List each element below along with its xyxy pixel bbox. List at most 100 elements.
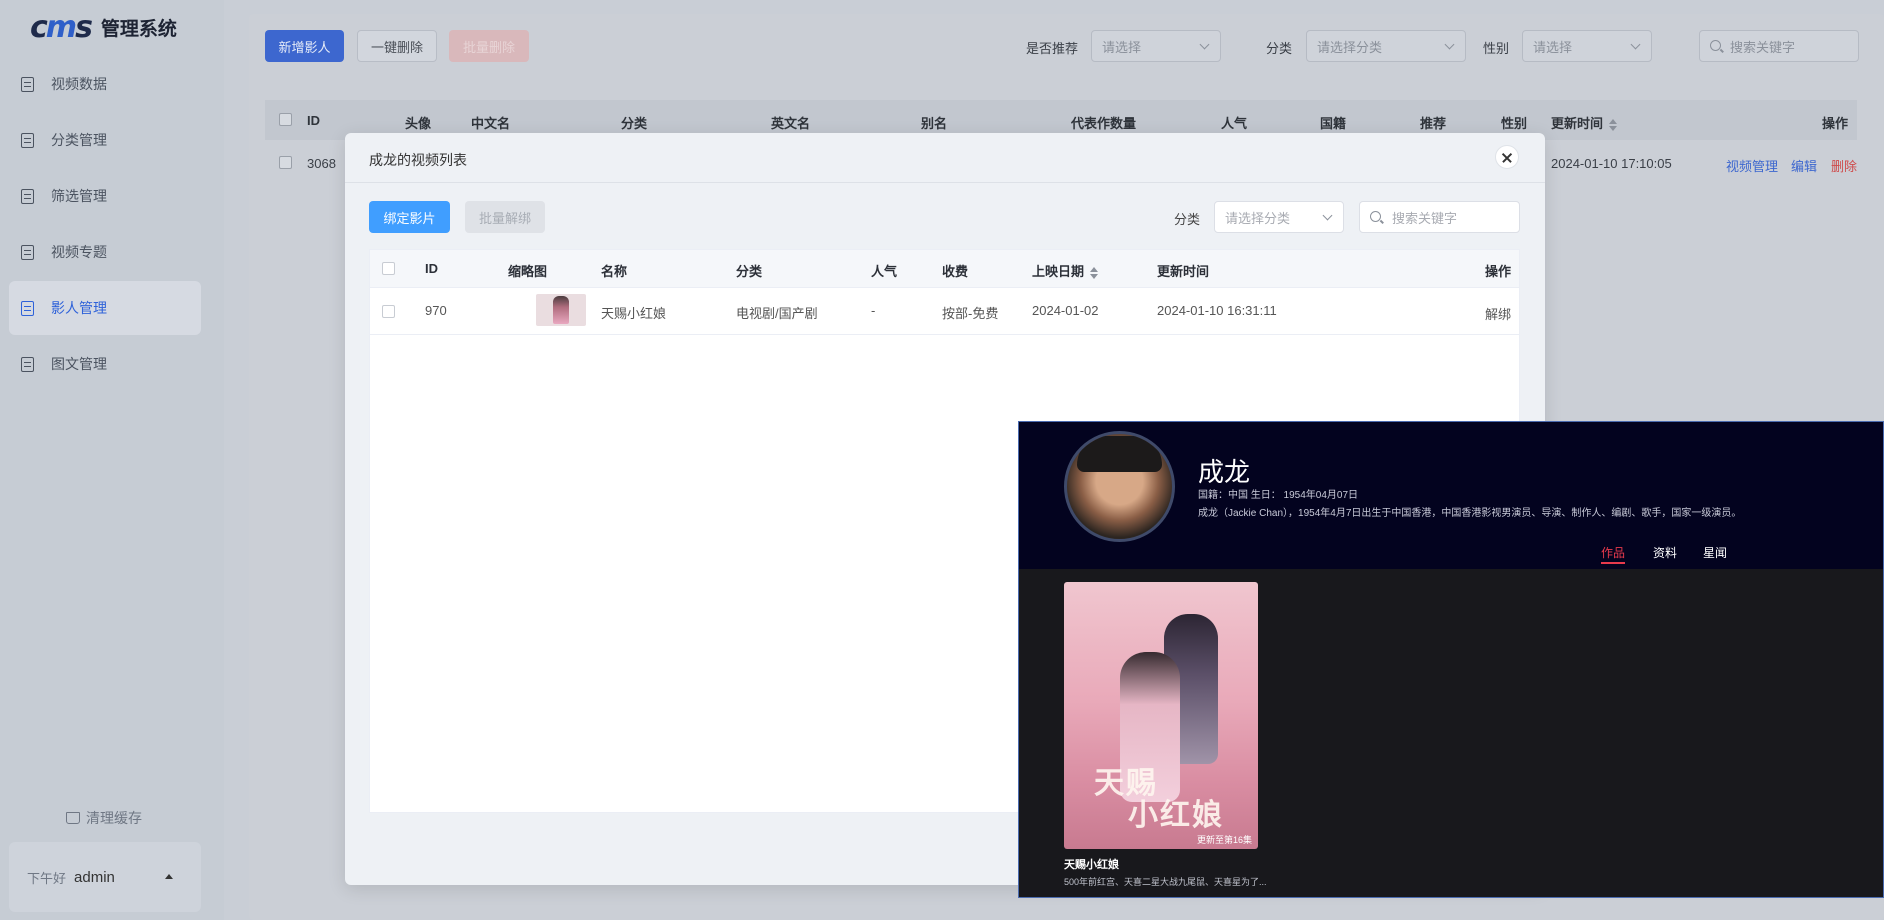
col-category: 分类 <box>736 264 763 279</box>
person-preview: 成龙 国籍：中国 生日： 1954年04月07日 成龙（Jackie Chan）… <box>1018 421 1884 898</box>
tab-profile[interactable]: 资料 <box>1653 544 1677 561</box>
delete-all-button[interactable]: 一键删除 <box>357 30 437 62</box>
logo[interactable]: cms 管理系统 <box>30 10 177 45</box>
col-id: ID <box>425 261 438 276</box>
work-poster[interactable]: 天赐 小红娘 更新至第16集 <box>1064 582 1258 849</box>
cms-logo-icon: cms <box>30 10 93 45</box>
search-icon <box>1370 211 1381 222</box>
table-row: 970 天赐小红娘 电视剧/国产剧 - 按部-免费 2024-01-02 202… <box>370 288 1519 335</box>
work-title[interactable]: 天赐小红娘 <box>1064 856 1119 872</box>
sidebar-item-video-data[interactable]: 视频数据 <box>9 57 201 111</box>
user-menu[interactable]: 下午好 admin <box>9 842 201 912</box>
sidebar-item-people[interactable]: 影人管理 <box>9 281 201 335</box>
sort-icon <box>1609 118 1618 131</box>
col-updated-label: 更新时间 <box>1551 116 1604 131</box>
col-category: 分类 <box>621 116 648 131</box>
select-placeholder: 请选择 <box>1533 39 1573 55</box>
col-actions: 操作 <box>1485 264 1512 279</box>
row-id: 970 <box>425 303 447 318</box>
delete-link[interactable]: 删除 <box>1831 156 1857 175</box>
filter-recommend-select[interactable]: 请选择 <box>1091 30 1221 62</box>
thumbnail-figure <box>553 296 569 324</box>
document-icon <box>21 244 34 260</box>
document-icon <box>21 76 34 92</box>
work-subtitle: 500年前红宫、天喜二星大战九尾鼠、天喜星为了... <box>1064 877 1267 887</box>
basket-icon <box>66 812 80 824</box>
select-all-checkbox[interactable] <box>279 113 292 126</box>
filter-category-label: 分类 <box>1266 41 1293 56</box>
poster-title-line: 天赐 <box>1094 766 1158 801</box>
chevron-down-icon <box>1199 39 1210 50</box>
row-id: 3068 <box>307 156 336 171</box>
dialog-header: 成龙的视频列表 <box>345 133 1545 183</box>
select-placeholder: 请选择分类 <box>1317 39 1383 55</box>
username: admin <box>74 868 115 886</box>
edit-link[interactable]: 编辑 <box>1791 156 1817 175</box>
filter-category-select[interactable]: 请选择分类 <box>1306 30 1466 62</box>
add-person-button[interactable]: 新增影人 <box>265 30 344 62</box>
col-fee: 收费 <box>942 264 969 279</box>
row-fee: 按部-免费 <box>942 306 999 321</box>
category-filter-select[interactable]: 请选择分类 <box>1214 201 1344 233</box>
person-name: 成龙 <box>1198 457 1251 487</box>
row-checkbox[interactable] <box>382 305 395 318</box>
col-name: 名称 <box>601 264 628 279</box>
filter-gender-select[interactable]: 请选择 <box>1522 30 1652 62</box>
sidebar-item-label: 图文管理 <box>51 356 107 372</box>
sort-icon <box>1090 266 1099 279</box>
select-placeholder: 请选择分类 <box>1225 210 1291 226</box>
batch-unbind-button[interactable]: 批量解绑 <box>465 201 545 233</box>
logo-text: 管理系统 <box>100 19 177 40</box>
bind-video-button[interactable]: 绑定影片 <box>369 201 450 233</box>
search-input[interactable]: 搜索关键字 <box>1699 30 1859 62</box>
greeting: 下午好 <box>27 870 67 886</box>
row-updated: 2024-01-10 16:31:11 <box>1157 303 1277 318</box>
sidebar-nav: 视频数据 分类管理 筛选管理 视频专题 影人管理 图文管理 <box>9 57 201 393</box>
col-avatar: 头像 <box>405 116 432 131</box>
sidebar-item-topics[interactable]: 视频专题 <box>9 225 201 279</box>
search-placeholder: 搜索关键字 <box>1730 39 1796 55</box>
sidebar: cms 管理系统 视频数据 分类管理 筛选管理 视频专题 影人管理 图文管理 清… <box>0 0 224 920</box>
batch-delete-button[interactable]: 批量删除 <box>449 30 529 62</box>
video-thumbnail <box>536 294 586 326</box>
dialog-search-input[interactable]: 搜索关键字 <box>1359 201 1520 233</box>
col-id: ID <box>307 113 320 128</box>
col-release-label: 上映日期 <box>1032 264 1085 279</box>
select-all-checkbox[interactable] <box>382 262 395 275</box>
sidebar-item-category[interactable]: 分类管理 <box>9 113 201 167</box>
col-updated: 更新时间 <box>1157 264 1210 279</box>
tab-news[interactable]: 星闻 <box>1703 544 1727 561</box>
row-updated: 2024-01-10 17:10:05 <box>1551 156 1672 171</box>
clear-cache-button[interactable]: 清理缓存 <box>66 808 142 828</box>
poster-title-art: 天赐 小红娘 <box>1094 768 1224 832</box>
row-popularity: - <box>871 303 876 318</box>
video-table-header: ID 缩略图 名称 分类 人气 收费 上映日期 更新时间 操作 <box>370 250 1519 288</box>
col-actions: 操作 <box>1822 116 1849 131</box>
col-works-count: 代表作数量 <box>1071 116 1137 131</box>
search-icon <box>1710 40 1721 51</box>
unbind-link[interactable]: 解绑 <box>1485 304 1511 323</box>
col-release-date[interactable]: 上映日期 <box>1032 261 1099 280</box>
avatar-hair <box>1077 436 1162 472</box>
dialog-title: 成龙的视频列表 <box>369 152 467 168</box>
sidebar-item-label: 视频数据 <box>51 76 107 92</box>
sidebar-item-articles[interactable]: 图文管理 <box>9 337 201 391</box>
caret-up-icon <box>165 874 173 879</box>
tab-works[interactable]: 作品 <box>1601 544 1626 564</box>
chevron-down-icon <box>1630 39 1641 50</box>
col-popularity: 人气 <box>1221 116 1248 131</box>
col-updated[interactable]: 更新时间 <box>1551 113 1618 132</box>
sidebar-item-label: 影人管理 <box>51 300 107 316</box>
episode-badge: 更新至第16集 <box>1196 835 1252 845</box>
col-alias: 别名 <box>921 116 948 131</box>
col-en-name: 英文名 <box>771 116 811 131</box>
sidebar-item-label: 筛选管理 <box>51 188 107 204</box>
close-icon[interactable] <box>1495 145 1519 169</box>
col-thumbnail: 缩略图 <box>508 264 548 279</box>
col-nationality: 国籍 <box>1320 116 1347 131</box>
video-manage-link[interactable]: 视频管理 <box>1726 156 1778 175</box>
row-name: 天赐小红娘 <box>601 306 667 321</box>
document-icon <box>21 132 34 148</box>
row-checkbox[interactable] <box>279 156 292 169</box>
sidebar-item-filter[interactable]: 筛选管理 <box>9 169 201 223</box>
